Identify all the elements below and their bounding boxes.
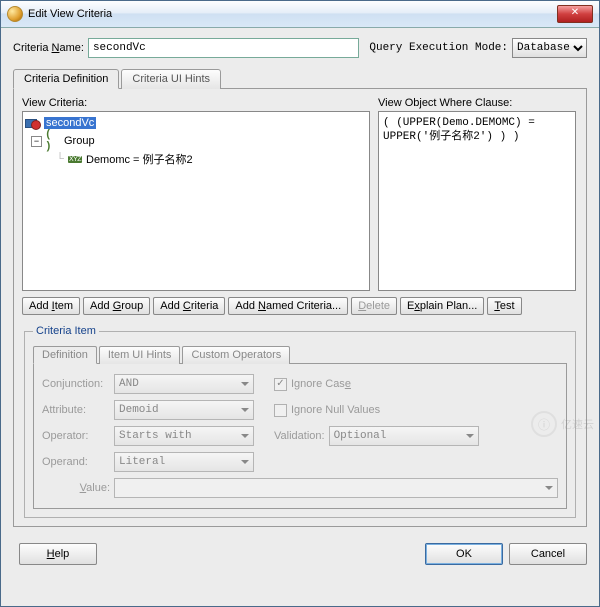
cancel-button[interactable]: Cancel bbox=[509, 543, 587, 565]
dialog-window: Edit View Criteria ✕ Criteria Name: Quer… bbox=[0, 0, 600, 607]
test-button[interactable]: Test bbox=[487, 297, 521, 315]
tree-connector-icon: └ bbox=[53, 153, 67, 165]
conjunction-select: AND bbox=[114, 374, 254, 394]
ignore-null-label: Ignore Null Values bbox=[291, 404, 380, 416]
tree-group-label: Group bbox=[64, 135, 95, 147]
operator-label: Operator: bbox=[42, 430, 114, 442]
where-clause-panel: ( (UPPER(Demo.DEMOMC) = UPPER('例子名称2') )… bbox=[378, 111, 576, 291]
group-icon: ( ) bbox=[45, 134, 61, 148]
close-button[interactable]: ✕ bbox=[557, 5, 593, 23]
window-title: Edit View Criteria bbox=[28, 8, 557, 20]
view-criteria-label: View Criteria: bbox=[22, 97, 370, 109]
view-criteria-tree[interactable]: secondVc − ( ) Group └ XYZ Demomc = 例子名称… bbox=[22, 111, 370, 291]
value-input bbox=[114, 478, 558, 498]
criteria-item-fieldset: Criteria Item Definition Item UI Hints C… bbox=[24, 325, 576, 518]
main-tabs: Criteria Definition Criteria UI Hints bbox=[13, 68, 587, 88]
help-button[interactable]: Help bbox=[19, 543, 97, 565]
titlebar[interactable]: Edit View Criteria ✕ bbox=[1, 1, 599, 28]
collapse-icon[interactable]: − bbox=[31, 136, 42, 147]
criteria-name-input[interactable] bbox=[88, 38, 359, 58]
subtab-custom-operators[interactable]: Custom Operators bbox=[182, 346, 290, 364]
value-label: Value: bbox=[42, 482, 114, 494]
validation-label: Validation: bbox=[274, 430, 325, 442]
operand-label: Operand: bbox=[42, 456, 114, 468]
operand-select: Literal bbox=[114, 452, 254, 472]
validation-select: Optional bbox=[329, 426, 479, 446]
query-mode-select[interactable]: Database bbox=[512, 38, 587, 58]
explain-plan-button[interactable]: Explain Plan... bbox=[400, 297, 484, 315]
attribute-select: Demoid bbox=[114, 400, 254, 420]
app-icon bbox=[7, 6, 23, 22]
operator-select: Starts with bbox=[114, 426, 254, 446]
attribute-icon: XYZ bbox=[67, 152, 83, 166]
criteria-root-icon bbox=[25, 116, 41, 130]
subtab-item-ui-hints[interactable]: Item UI Hints bbox=[99, 346, 181, 364]
tree-item-label: Demomc = 例子名称2 bbox=[86, 151, 193, 167]
tree-item[interactable]: └ XYZ Demomc = 例子名称2 bbox=[25, 150, 367, 168]
add-group-button[interactable]: Add Group bbox=[83, 297, 150, 315]
ignore-case-label: Ignore Case bbox=[291, 378, 351, 390]
tree-root[interactable]: secondVc bbox=[25, 114, 367, 132]
add-item-button[interactable]: Add Item bbox=[22, 297, 80, 315]
criteria-name-label: Criteria Name: bbox=[13, 42, 84, 54]
add-named-criteria-button[interactable]: Add Named Criteria... bbox=[228, 297, 348, 315]
where-clause-label: View Object Where Clause: bbox=[378, 97, 578, 109]
tree-group[interactable]: − ( ) Group bbox=[25, 132, 367, 150]
tab-criteria-ui-hints[interactable]: Criteria UI Hints bbox=[121, 69, 221, 89]
ok-button[interactable]: OK bbox=[425, 543, 503, 565]
tree-root-label: secondVc bbox=[44, 117, 96, 129]
query-mode-label: Query Execution Mode: bbox=[369, 42, 508, 54]
subtab-definition[interactable]: Definition bbox=[33, 346, 97, 364]
tab-criteria-definition[interactable]: Criteria Definition bbox=[13, 69, 119, 89]
ignore-case-checkbox: ✓ bbox=[274, 378, 287, 391]
conjunction-label: Conjunction: bbox=[42, 378, 114, 390]
attribute-label: Attribute: bbox=[42, 404, 114, 416]
criteria-item-legend: Criteria Item bbox=[33, 325, 99, 337]
delete-button: Delete bbox=[351, 297, 397, 315]
ignore-null-checkbox bbox=[274, 404, 287, 417]
add-criteria-button[interactable]: Add Criteria bbox=[153, 297, 225, 315]
